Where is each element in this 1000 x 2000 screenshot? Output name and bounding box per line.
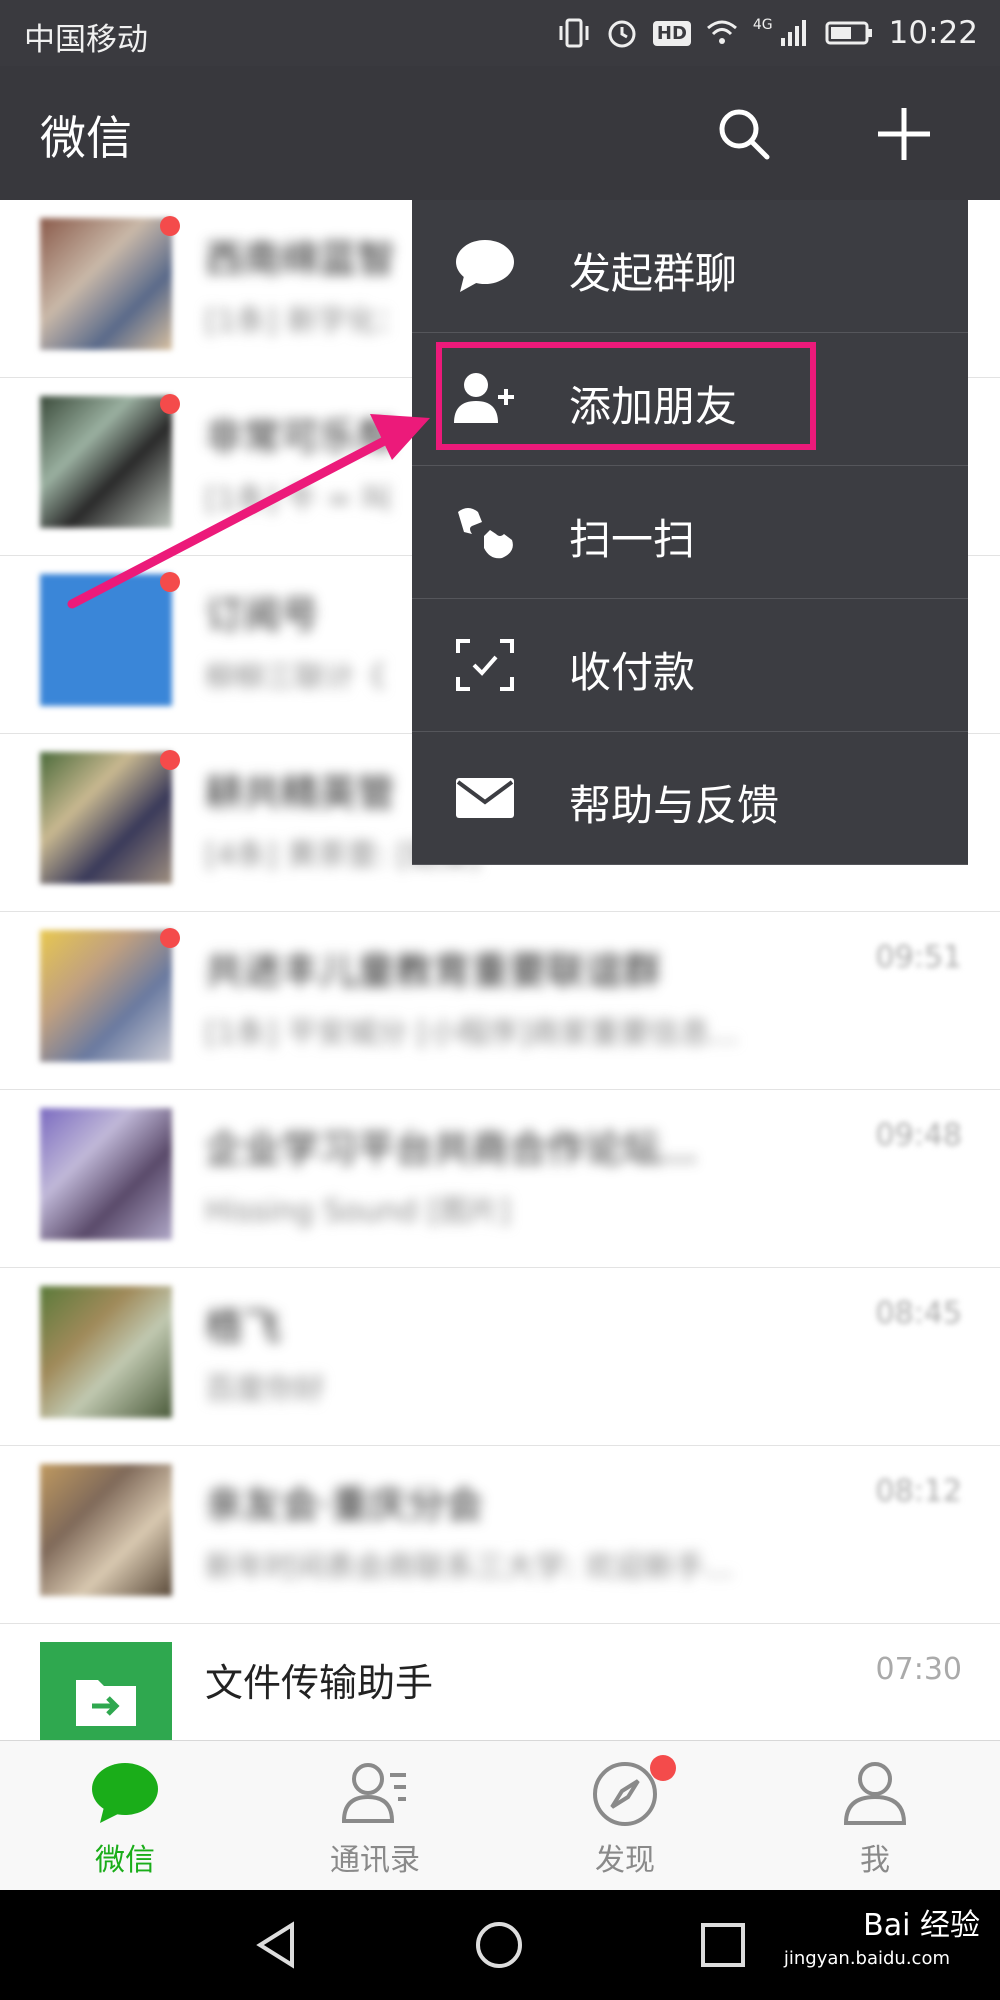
menu-item-label: 帮助与反馈 — [569, 781, 780, 830]
tab-chats[interactable]: 微信 — [0, 1741, 250, 1891]
tab-label: 发现 — [595, 1843, 655, 1878]
battery-icon — [825, 21, 872, 45]
contacts-icon — [341, 1763, 406, 1823]
chat-bubble-icon — [92, 1763, 158, 1823]
unread-dot — [160, 572, 180, 592]
chat-preview: 柳柳三联计《 — [205, 660, 385, 695]
chat-preview: Hissing Sound [图片] — [205, 1194, 511, 1229]
chat-time: 08:12 — [875, 1474, 962, 1509]
unread-dot — [160, 394, 180, 414]
search-icon[interactable] — [716, 106, 772, 162]
chat-name: 文件传输助手 — [205, 1661, 434, 1705]
menu-item-label: 发起群聊 — [569, 249, 738, 298]
payment-icon — [456, 639, 514, 691]
vibrate-icon — [559, 18, 589, 48]
menu-item-label: 扫一扫 — [569, 515, 696, 564]
unread-dot — [160, 216, 180, 236]
tab-label: 微信 — [95, 1843, 155, 1878]
avatar — [40, 396, 172, 528]
baidu-jingyan-watermark: Bai 经验 — [863, 1900, 980, 1944]
wifi-icon — [706, 20, 737, 44]
folder-icon — [76, 1680, 136, 1726]
status-bar: 中国移动 HD 4G 10:22 — [0, 0, 1000, 66]
tab-label: 我 — [860, 1843, 890, 1878]
tab-contacts[interactable]: 通讯录 — [250, 1741, 500, 1891]
carrier-name: 中国移动 — [24, 22, 148, 58]
tab-label: 通讯录 — [330, 1843, 420, 1878]
chat-name: 耕共精英管 — [205, 771, 396, 815]
system-nav-bar: Bai 经验 jingyan.baidu.com — [0, 1890, 1000, 2000]
chat-name: 亲友会·重庆分会 — [205, 1483, 484, 1527]
unread-dot — [160, 750, 180, 770]
file-transfer-avatar — [40, 1642, 172, 1740]
person-icon — [843, 1762, 907, 1825]
chat-row[interactable]: 文件传输助手 07:30 — [0, 1624, 1000, 1740]
avatar — [40, 930, 172, 1062]
chat-time: 07:30 — [875, 1652, 962, 1687]
chat-preview: 新年时间表会商联系三大学: 欢迎新手... — [205, 1550, 734, 1585]
signal-icon — [780, 20, 806, 46]
avatar — [40, 218, 172, 350]
chat-row[interactable]: 企业学习平台共商合作论坛... Hissing Sound [图片] 09:48 — [0, 1090, 1000, 1268]
hd-badge: HD — [652, 20, 691, 46]
menu-item-scan[interactable]: 扫一扫 — [412, 466, 968, 599]
chat-row[interactable]: 亲友会·重庆分会 新年时间表会商联系三大学: 欢迎新手... 08:12 — [0, 1446, 1000, 1624]
clock: 10:22 — [888, 15, 978, 51]
scan-icon — [458, 508, 513, 559]
chat-row[interactable]: 共进丰儿童教育重要联谊群 [1条] 平安城分 [小程序]商家重要信息... 09… — [0, 912, 1000, 1090]
chat-bubble-icon — [456, 240, 514, 292]
chat-time: 09:48 — [875, 1118, 962, 1153]
avatar — [40, 1286, 172, 1418]
avatar — [40, 574, 172, 706]
chat-preview: 百度你好 — [205, 1372, 325, 1407]
plus-dropdown-menu: 发起群聊 添加朋友 扫一扫 收付款 帮助与反馈 — [412, 200, 968, 865]
menu-item-payment[interactable]: 收付款 — [412, 599, 968, 732]
watermark-url: jingyan.baidu.com — [783, 1948, 950, 1969]
tab-discover[interactable]: 发现 — [500, 1741, 750, 1891]
mail-icon — [456, 778, 514, 818]
recents-icon[interactable] — [700, 1922, 746, 1968]
app-header: 微信 — [0, 66, 1000, 200]
chat-name: 企业学习平台共商合作论坛... — [205, 1127, 698, 1171]
tab-me[interactable]: 我 — [750, 1741, 1000, 1891]
chat-name: 西南绵蓝智 — [205, 237, 396, 281]
highlight-box — [436, 342, 816, 450]
bottom-tab-bar: 微信 通讯录 发现 我 — [0, 1740, 1000, 1891]
chat-name: 非常可乐帮 — [205, 415, 396, 459]
status-icons: HD 4G 10:22 — [557, 12, 978, 54]
chat-row[interactable]: 梧飞 百度你好 08:45 — [0, 1268, 1000, 1446]
menu-item-group-chat[interactable]: 发起群聊 — [412, 200, 968, 333]
unread-dot — [160, 928, 180, 948]
plus-icon[interactable] — [876, 106, 932, 162]
chat-preview: [1条] 新字化： — [205, 304, 408, 339]
chat-time: 09:51 — [875, 940, 962, 975]
discover-badge-dot — [650, 1755, 676, 1781]
menu-item-label: 收付款 — [569, 648, 696, 697]
chat-name: 订阅号 — [205, 593, 320, 637]
page-title: 微信 — [40, 111, 132, 165]
chat-preview: [1条] 平安城分 [小程序]商家重要信息... — [205, 1016, 739, 1051]
chat-name: 共进丰儿童教育重要联谊群 — [205, 949, 662, 993]
avatar — [40, 1108, 172, 1240]
alarm-icon — [608, 20, 636, 48]
chat-name: 梧飞 — [205, 1305, 282, 1349]
chat-preview: [1条] 牛 = 叫 — [205, 482, 392, 517]
back-icon[interactable] — [252, 1920, 302, 1970]
home-icon[interactable] — [474, 1920, 524, 1970]
chat-time: 08:45 — [875, 1296, 962, 1331]
menu-item-help-feedback[interactable]: 帮助与反馈 — [412, 732, 968, 865]
avatar — [40, 1464, 172, 1596]
avatar — [40, 752, 172, 884]
watermark-logo: Bai 经验 — [863, 1908, 980, 1943]
network-type: 4G — [752, 17, 773, 33]
